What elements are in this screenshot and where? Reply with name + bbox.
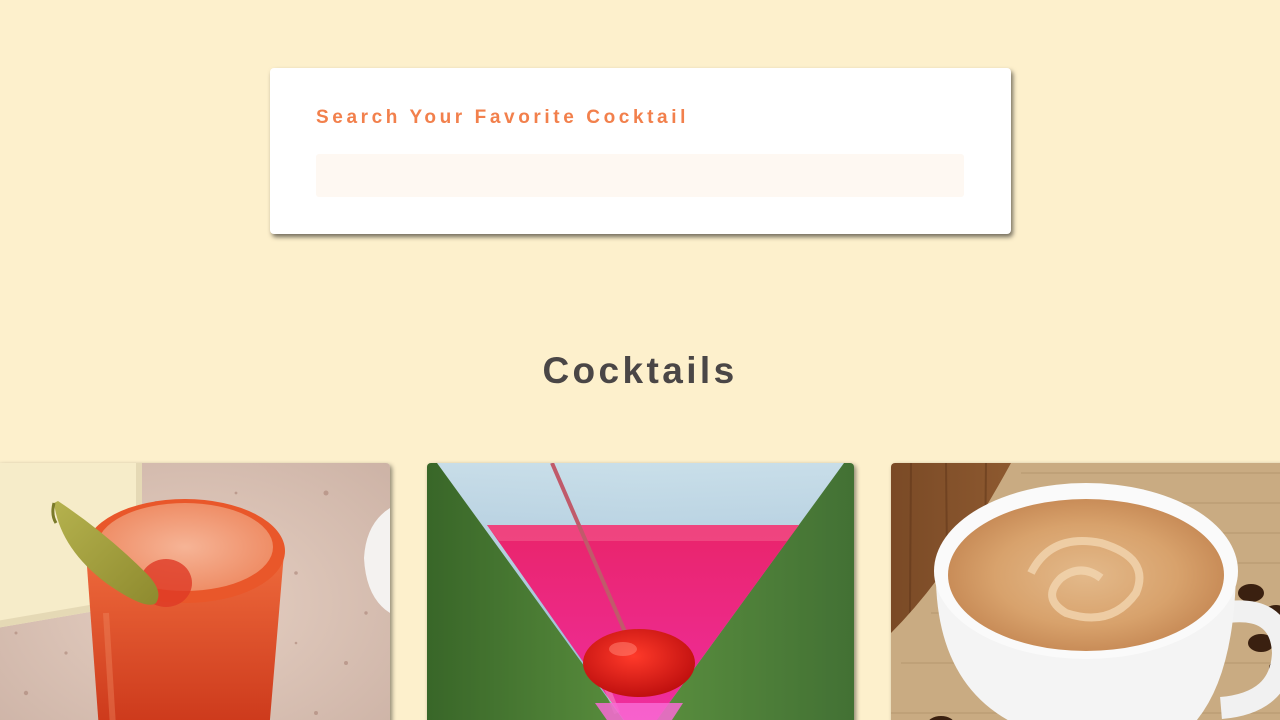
cocktail-image[interactable] xyxy=(427,463,854,720)
cocktail-image[interactable] xyxy=(0,463,390,720)
search-label: Search Your Favorite Cocktail xyxy=(316,107,689,128)
cocktail-card[interactable] xyxy=(427,463,854,720)
cocktail-card[interactable] xyxy=(891,463,1280,720)
cocktail-card[interactable] xyxy=(0,463,390,720)
cocktail-image[interactable] xyxy=(891,463,1280,720)
search-input[interactable] xyxy=(316,154,964,197)
section-title: Cocktails xyxy=(542,350,738,391)
page: Search Your Favorite Cocktail Cocktails xyxy=(0,0,1280,720)
search-form: Search Your Favorite Cocktail xyxy=(270,68,1011,234)
